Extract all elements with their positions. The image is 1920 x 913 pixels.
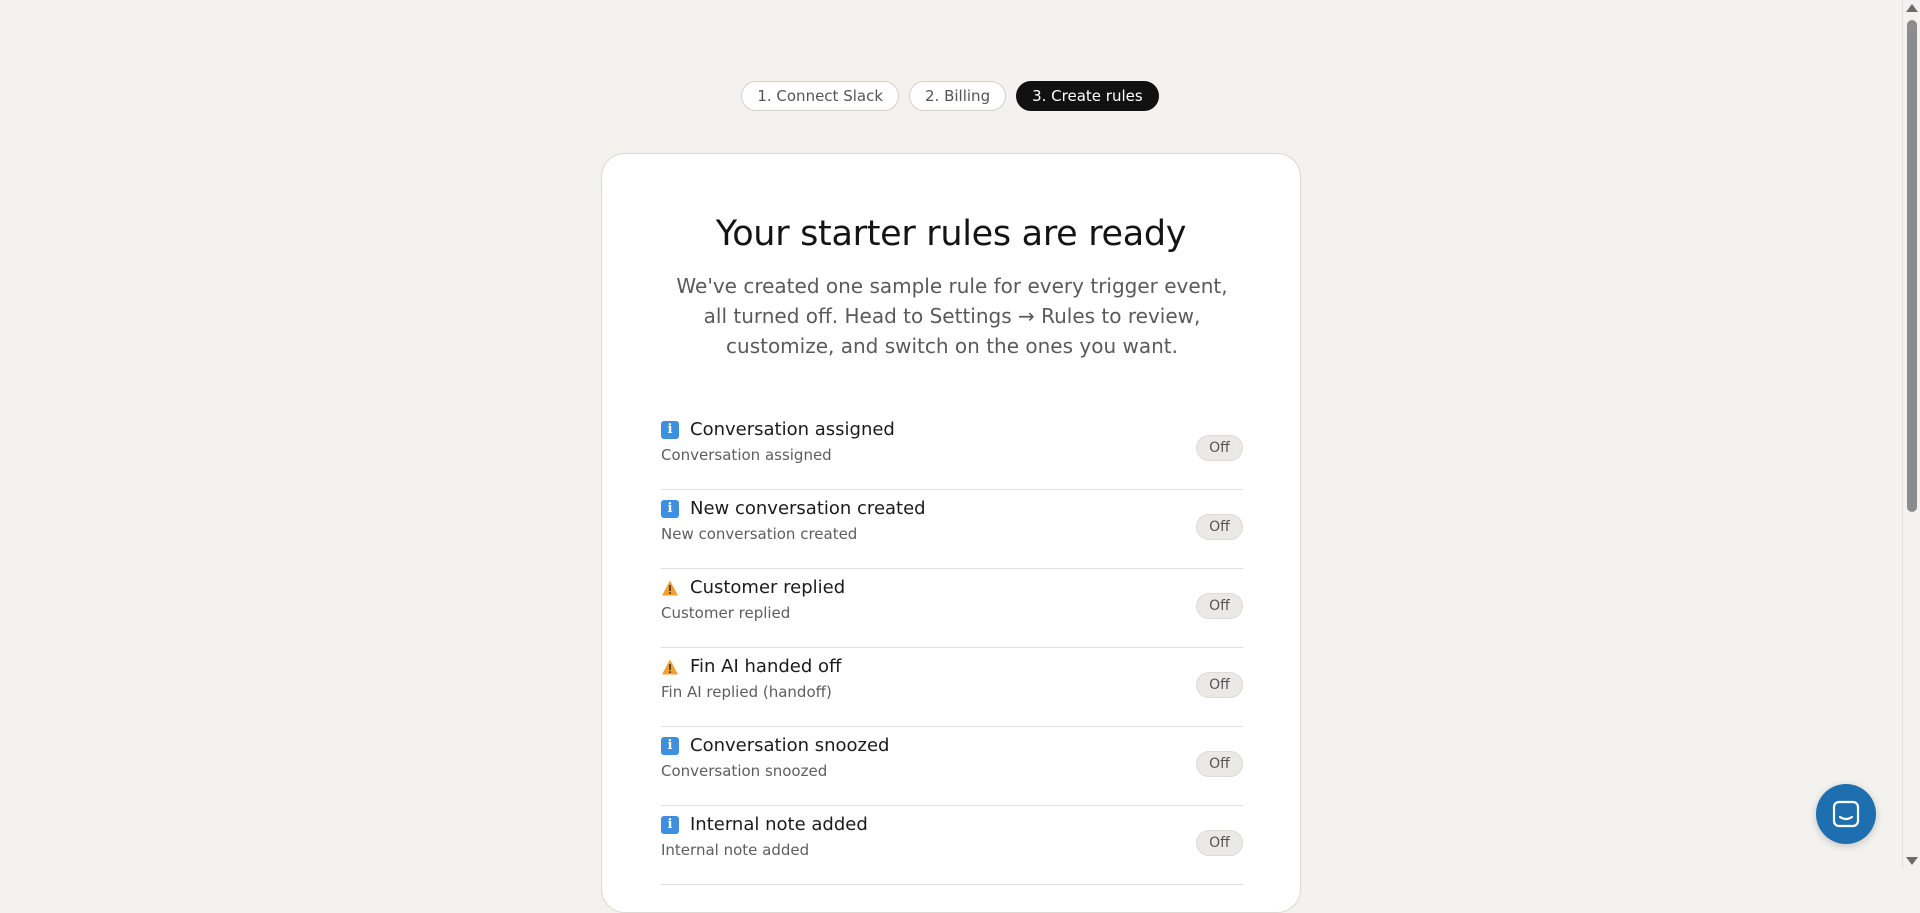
info-icon: i [661, 736, 679, 755]
step-connect-slack[interactable]: 1. Connect Slack [741, 81, 900, 111]
page-scrollbar[interactable] [1902, 0, 1920, 869]
rule-item: i Conversation assigned Conversation ass… [661, 411, 1243, 490]
starter-rules-card: Your starter rules are ready We've creat… [601, 153, 1301, 913]
rule-title: Fin AI handed off [690, 656, 842, 677]
step-create-rules[interactable]: 3. Create rules [1016, 81, 1159, 111]
warning-icon [662, 659, 678, 674]
info-icon: i [661, 420, 679, 439]
rule-status-toggle[interactable]: Off [1196, 672, 1243, 698]
rule-event: Internal note added [661, 841, 810, 859]
scrollbar-thumb[interactable] [1907, 20, 1917, 512]
rule-event: Fin AI replied (handoff) [661, 683, 832, 701]
scroll-down-icon[interactable] [1906, 857, 1918, 865]
rule-status-toggle[interactable]: Off [1196, 435, 1243, 461]
scroll-up-icon[interactable] [1906, 4, 1918, 12]
page-title: Your starter rules are ready [715, 214, 1187, 254]
rule-item: Fin AI handed off Fin AI replied (handof… [661, 648, 1243, 727]
rule-event: Conversation assigned [661, 446, 832, 464]
page-subtitle: We've created one sample rule for every … [676, 274, 1228, 358]
rule-item: i New conversation created New conversat… [661, 490, 1243, 569]
step-billing[interactable]: 2. Billing [909, 81, 1007, 111]
rule-event: New conversation created [661, 525, 858, 543]
rule-title: Conversation snoozed [690, 735, 890, 756]
info-icon: i [661, 815, 679, 834]
chat-launcher-button[interactable] [1816, 784, 1876, 844]
rule-title: Internal note added [690, 814, 868, 835]
rule-item: i Internal note added Internal note adde… [661, 806, 1243, 885]
rule-status-toggle[interactable]: Off [1196, 514, 1243, 540]
warning-icon [662, 580, 678, 595]
info-icon: i [661, 499, 679, 518]
rule-status-toggle[interactable]: Off [1196, 751, 1243, 777]
rule-event: Customer replied [661, 604, 791, 622]
rule-title: Conversation assigned [690, 419, 895, 440]
onboarding-stepper: 1. Connect Slack 2. Billing 3. Create ru… [0, 81, 1900, 111]
rules-list: i Conversation assigned Conversation ass… [661, 411, 1243, 885]
rule-status-toggle[interactable]: Off [1196, 830, 1243, 856]
rule-title: New conversation created [690, 498, 926, 519]
rule-item: i Conversation snoozed Conversation snoo… [661, 727, 1243, 806]
rule-event: Conversation snoozed [661, 762, 828, 780]
rule-title: Customer replied [690, 577, 846, 598]
rule-status-toggle[interactable]: Off [1196, 593, 1243, 619]
rule-item: Customer replied Customer replied Off [661, 569, 1243, 648]
chat-icon [1832, 800, 1860, 828]
